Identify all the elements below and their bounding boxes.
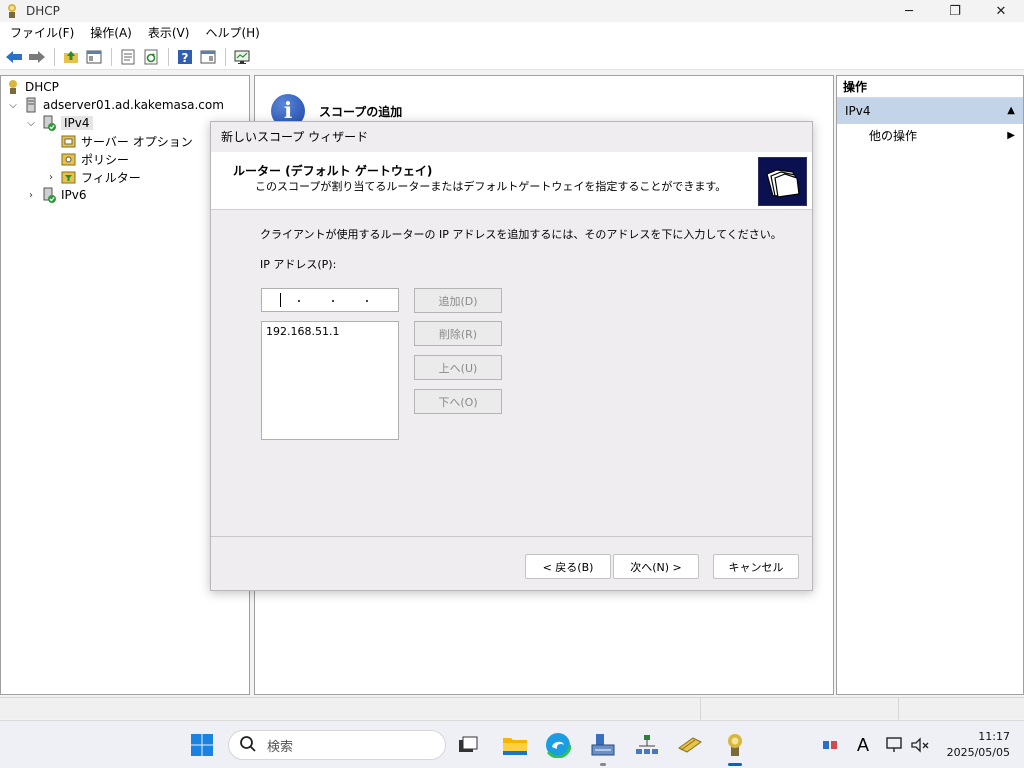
- title-bar: DHCP ─ ❐ ✕: [0, 0, 1024, 22]
- action-section-label: IPv4: [845, 104, 871, 118]
- wizard-title: 新しいスコープ ウィザード: [221, 130, 369, 144]
- menu-bar: ファイル(F) 操作(A) 表示(V) ヘルプ(H): [0, 22, 1024, 44]
- forward-arrow-icon[interactable]: [26, 46, 48, 68]
- more-actions-item[interactable]: 他の操作: [869, 126, 917, 146]
- action-pane: 操作 IPv4 ▲ 他の操作 ▶: [836, 75, 1024, 695]
- menu-action[interactable]: 操作(A): [82, 22, 140, 44]
- taskbar-search[interactable]: 検索: [228, 730, 446, 760]
- tree-item-dhcp[interactable]: DHCP: [5, 78, 59, 96]
- center-title: スコープの追加: [319, 104, 403, 119]
- server-icon: [23, 97, 39, 113]
- router-ip-list[interactable]: 192.168.51.1: [261, 321, 399, 440]
- toolbar: ?: [0, 44, 1024, 70]
- volume-muted-icon[interactable]: [905, 730, 935, 760]
- list-item[interactable]: 192.168.51.1: [262, 322, 398, 341]
- search-placeholder: 検索: [267, 739, 294, 755]
- wizard-instruction: クライアントが使用するルーターの IP アドレスを追加するには、そのアドレスを下…: [260, 228, 782, 241]
- help-icon[interactable]: ?: [174, 46, 196, 68]
- tree-item-policies[interactable]: ポリシー: [61, 150, 129, 168]
- move-down-button[interactable]: 下へ(O): [414, 389, 502, 414]
- dhcp-icon: [5, 79, 21, 95]
- chevron-down-icon[interactable]: ⌵: [25, 118, 37, 129]
- ipv6-icon: [41, 187, 57, 203]
- task-view-icon[interactable]: [453, 730, 483, 760]
- wizard-header-title: ルーター (デフォルト ゲートウェイ): [233, 164, 433, 178]
- server-manager-icon[interactable]: [588, 730, 618, 760]
- taskbar: 検索 A 11:17 2025/05/05: [0, 720, 1024, 768]
- tools-icon[interactable]: [675, 730, 705, 760]
- new-scope-wizard: 新しいスコープ ウィザード ルーター (デフォルト ゲートウェイ) このスコープ…: [210, 121, 813, 591]
- tree-item-ipv6[interactable]: › IPv6: [25, 186, 87, 204]
- tree-item-server-options[interactable]: サーバー オプション: [61, 132, 193, 150]
- edge-browser-icon[interactable]: [543, 730, 573, 760]
- clock-date: 2025/05/05: [946, 746, 1010, 759]
- menu-help[interactable]: ヘルプ(H): [197, 22, 267, 44]
- up-folder-icon[interactable]: [60, 46, 82, 68]
- tree-item-ipv4[interactable]: ⌵ IPv4: [25, 114, 93, 132]
- back-arrow-icon[interactable]: [3, 46, 25, 68]
- dhcp-app-icon: [4, 3, 20, 19]
- chevron-down-icon[interactable]: ⌵: [7, 100, 19, 111]
- add-button[interactable]: 追加(D): [414, 288, 502, 313]
- monitor-icon[interactable]: [231, 46, 253, 68]
- window-title: DHCP: [26, 4, 60, 18]
- show-hide-tree-icon[interactable]: [83, 46, 105, 68]
- action-section-ipv4[interactable]: IPv4 ▲: [837, 98, 1023, 124]
- cancel-button[interactable]: キャンセル: [713, 554, 799, 579]
- text-caret: [280, 293, 281, 307]
- tree-item-filters[interactable]: › フィルター: [45, 168, 141, 186]
- collapse-up-icon[interactable]: ▲: [1007, 98, 1015, 124]
- menu-view[interactable]: 表示(V): [140, 22, 198, 44]
- ime-mode-icon[interactable]: A: [848, 730, 878, 760]
- show-hide-action-pane-icon[interactable]: [197, 46, 219, 68]
- move-up-button[interactable]: 上へ(U): [414, 355, 502, 380]
- refresh-icon[interactable]: [140, 46, 162, 68]
- tray-overflow-icon[interactable]: [816, 730, 846, 760]
- clock-time: 11:17: [978, 730, 1010, 743]
- server-options-icon: [61, 133, 77, 149]
- submenu-arrow-icon: ▶: [1007, 130, 1015, 141]
- wizard-header: ルーター (デフォルト ゲートウェイ) このスコープが割り当てるルーターまたはデ…: [211, 152, 812, 210]
- tree-item-server[interactable]: ⌵ adserver01.ad.kakemasa.com: [7, 96, 224, 114]
- next-button[interactable]: 次へ(N) >: [613, 554, 699, 579]
- wizard-folders-icon: [758, 157, 807, 206]
- svg-text:?: ?: [182, 51, 189, 65]
- chevron-right-icon[interactable]: ›: [25, 190, 37, 201]
- start-button[interactable]: [187, 730, 217, 760]
- network-icon[interactable]: [632, 730, 662, 760]
- restore-button[interactable]: ❐: [932, 0, 978, 22]
- wizard-header-description: このスコープが割り当てるルーターまたはデフォルトゲートウェイを指定することができ…: [255, 180, 727, 193]
- remove-button[interactable]: 削除(R): [414, 321, 502, 346]
- minimize-button[interactable]: ─: [886, 0, 932, 22]
- action-pane-header: 操作: [837, 76, 1023, 98]
- menu-file[interactable]: ファイル(F): [2, 22, 82, 44]
- chevron-right-icon[interactable]: ›: [45, 172, 57, 183]
- back-button[interactable]: < 戻る(B): [525, 554, 611, 579]
- wizard-divider: [211, 536, 812, 537]
- ip-address-input[interactable]: [261, 288, 399, 312]
- file-explorer-icon[interactable]: [500, 730, 530, 760]
- policy-icon: [61, 151, 77, 167]
- close-button[interactable]: ✕: [978, 0, 1024, 22]
- status-bar: [0, 697, 1024, 720]
- ip-address-label: IP アドレス(P):: [260, 258, 337, 271]
- search-icon: [239, 735, 257, 756]
- filter-icon: [61, 169, 77, 185]
- dhcp-taskbar-icon[interactable]: [720, 730, 750, 760]
- ipv4-icon: [41, 115, 57, 131]
- taskbar-clock[interactable]: 11:17 2025/05/05: [947, 729, 1010, 761]
- properties-icon[interactable]: [117, 46, 139, 68]
